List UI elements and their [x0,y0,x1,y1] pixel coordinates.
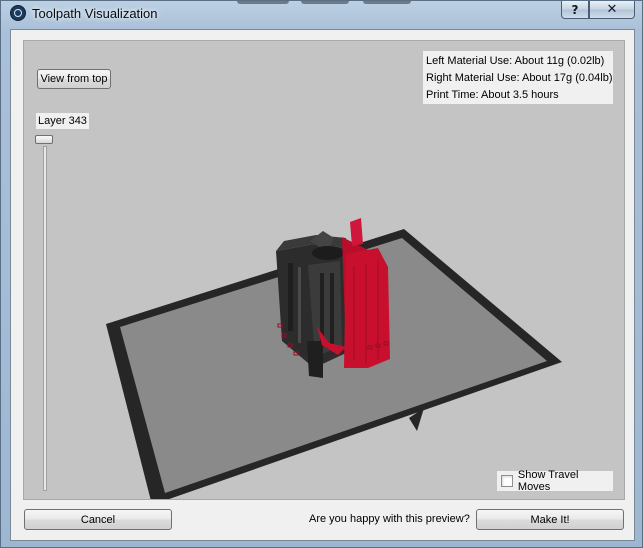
show-travel-moves-label: Show Travel Moves [517,469,579,493]
close-button[interactable]: ✕ [589,1,635,19]
layer-label: Layer 343 [36,113,89,129]
show-travel-moves-toggle[interactable]: Show Travel Moves [497,469,613,493]
layer-slider-thumb[interactable] [35,135,53,144]
makerware-logo-icon [10,5,26,21]
background-window-edge [301,1,349,4]
title-bar[interactable]: Toolpath Visualization ? ✕ [1,1,643,29]
window-frame: Toolpath Visualization ? ✕ View from top… [0,0,643,548]
view-from-top-button[interactable]: View from top [37,69,111,89]
background-window-edge [363,1,411,4]
dialog-client-area: View from top Layer 343 Left Material Us… [10,29,635,541]
print-stats: Left Material Use: About 11g (0.02lb) Ri… [423,51,613,104]
right-material-use: Right Material Use: About 17g (0.04lb) [426,72,613,84]
cancel-button[interactable]: Cancel [24,509,172,530]
make-it-button[interactable]: Make It! [476,509,624,530]
left-material-use: Left Material Use: About 11g (0.02lb) [426,55,605,67]
close-icon: ✕ [606,2,618,17]
preview-confirm-prompt: Are you happy with this preview? [309,513,470,525]
layer-slider-track[interactable] [43,146,47,491]
help-button[interactable]: ? [561,1,589,19]
background-window-edge [237,1,289,4]
toolpath-preview-render[interactable] [24,41,625,500]
show-travel-moves-checkbox[interactable] [501,475,513,487]
print-time: Print Time: About 3.5 hours [426,89,559,101]
toolpath-3d-viewport[interactable]: View from top Layer 343 Left Material Us… [23,40,625,500]
window-title: Toolpath Visualization [32,6,158,21]
help-icon: ? [571,2,579,17]
